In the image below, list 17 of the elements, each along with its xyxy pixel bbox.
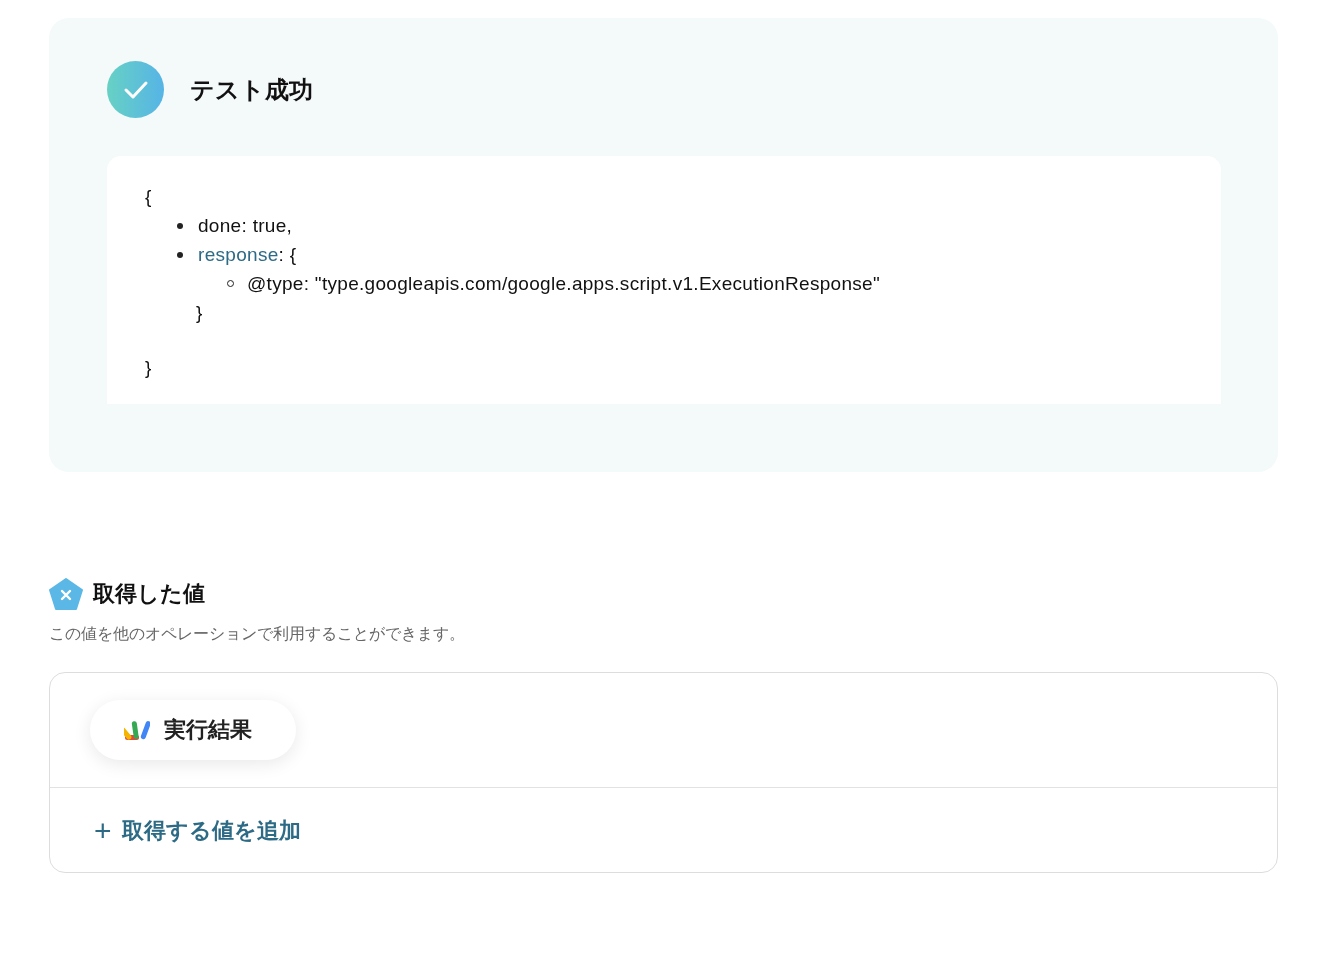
code-text: { [145, 185, 152, 208]
code-text: @type: "type.googleapis.com/google.apps.script.v1.ExecutionResponse" [247, 272, 881, 295]
section-description: この値を他のオペレーションで利用することができます。 [49, 624, 466, 644]
code-text: : { [278, 243, 297, 266]
code-text: } [145, 356, 152, 379]
add-value-link[interactable]: + 取得する値を追加 [50, 788, 345, 872]
code-text: } [196, 301, 203, 324]
bullet-icon [177, 251, 183, 258]
bullet-icon [177, 222, 183, 229]
check-icon [107, 61, 164, 118]
fan-icon [124, 719, 150, 741]
section-title: 取得した値 [93, 580, 205, 608]
value-chip[interactable]: 実行結果 [90, 700, 296, 760]
result-title: テスト成功 [190, 74, 313, 105]
json-key-link[interactable]: response [198, 243, 279, 266]
variable-icon [49, 578, 83, 610]
code-text: done: true, [198, 214, 293, 237]
